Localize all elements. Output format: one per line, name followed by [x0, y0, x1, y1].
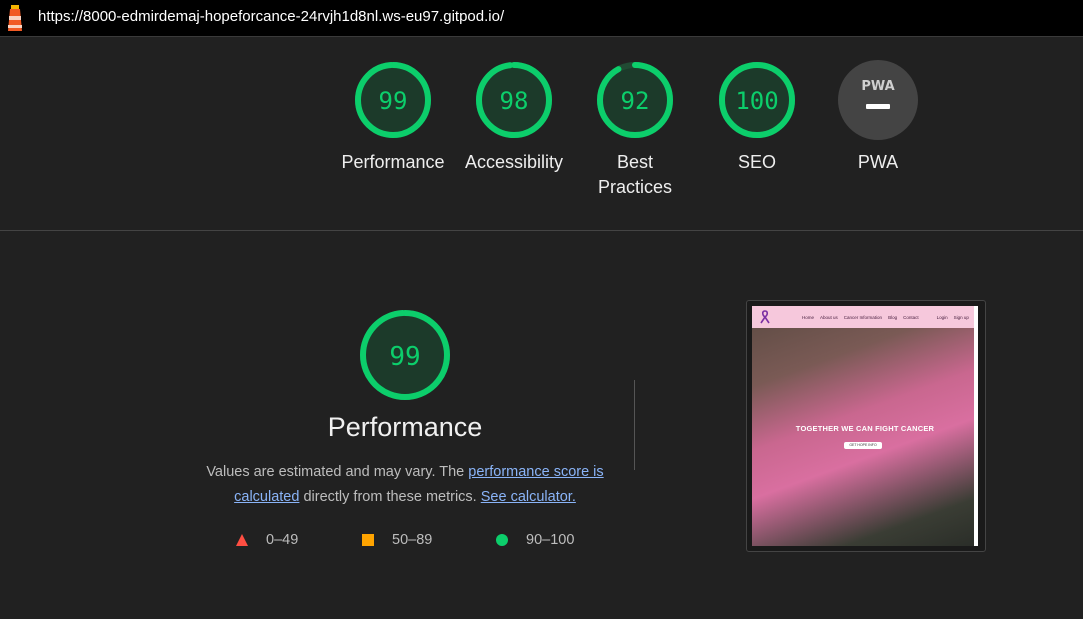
gauge-score: 98: [500, 87, 529, 115]
section-divider: [0, 230, 1083, 231]
gauge-label: Performance: [341, 152, 445, 172]
nav-item: About us: [820, 314, 838, 320]
legend-pass: 90–100: [496, 532, 574, 548]
gauge-label: Accessibility: [464, 152, 564, 172]
legend-range: 0–49: [266, 532, 299, 548]
gauge-score: 99: [379, 87, 408, 115]
gauge-label: Best Practices: [597, 152, 673, 197]
gauge-label: PWA: [857, 152, 899, 172]
nav-item: Login: [936, 314, 948, 320]
nav-item: Sign up: [953, 314, 969, 320]
screenshot-image: Home About us Cancer Information Blog Co…: [752, 306, 978, 546]
gauge-seo[interactable]: 100 SEO: [697, 60, 817, 175]
gauge-ring: 92: [597, 62, 673, 138]
ribbon-icon: [760, 310, 770, 324]
score-gauges: 99 Performance 98 Accessibility 92 Best …: [0, 60, 1083, 210]
screenshot-edge: [974, 306, 978, 546]
performance-gauge-large: 99: [358, 308, 452, 407]
gauge-performance[interactable]: 99 Performance: [333, 60, 453, 175]
circle-icon: [496, 534, 508, 546]
pwa-text: PWA: [861, 79, 894, 94]
gauge-ring: 99: [355, 62, 431, 138]
desc-text: directly from these metrics.: [299, 489, 481, 505]
gauge-ring: 98: [476, 62, 552, 138]
final-screenshot-thumbnail[interactable]: Home About us Cancer Information Blog Co…: [746, 300, 986, 552]
triangle-icon: [236, 534, 248, 546]
screenshot-button: GET HOPE INFO: [844, 442, 882, 449]
performance-description: Values are estimated and may vary. The p…: [200, 460, 610, 510]
see-calculator-link[interactable]: See calculator.: [481, 489, 576, 505]
address-bar: https://8000-edmirdemaj-hopeforcance-24r…: [0, 0, 1083, 37]
legend-average: 50–89: [362, 532, 432, 548]
square-icon: [362, 534, 374, 546]
pwa-badge: PWA: [838, 60, 918, 140]
vertical-divider: [634, 380, 635, 470]
gauge-best-practices[interactable]: 92 Best Practices: [575, 60, 695, 200]
gauge-pwa[interactable]: PWA PWA: [818, 60, 938, 175]
gauge-accessibility[interactable]: 98 Accessibility: [454, 60, 574, 175]
nav-item: Cancer Information: [843, 314, 883, 320]
legend-range: 90–100: [526, 532, 575, 548]
gauge-ring: 99: [360, 310, 450, 400]
page-url[interactable]: https://8000-edmirdemaj-hopeforcance-24r…: [38, 8, 504, 25]
lighthouse-icon: [8, 5, 22, 31]
screenshot-nav: Home About us Cancer Information Blog Co…: [752, 306, 978, 328]
legend-range: 50–89: [392, 532, 433, 548]
nav-item: Blog: [888, 314, 898, 320]
gauge-score: 92: [621, 87, 650, 115]
pwa-dash-icon: [866, 104, 890, 109]
gauge-label: SEO: [737, 152, 776, 172]
gauge-ring: 100: [719, 62, 795, 138]
desc-text: Values are estimated and may vary. The: [206, 464, 469, 480]
nav-item: Home: [802, 314, 815, 320]
gauge-score: 100: [735, 87, 778, 115]
legend-fail: 0–49: [236, 532, 298, 548]
screenshot-headline: TOGETHER WE CAN FIGHT CANCER: [795, 424, 935, 433]
nav-item: Contact: [903, 314, 919, 320]
gauge-score: 99: [389, 342, 420, 372]
score-legend: 0–49 50–89 90–100: [0, 532, 810, 552]
section-title: Performance: [327, 412, 483, 442]
